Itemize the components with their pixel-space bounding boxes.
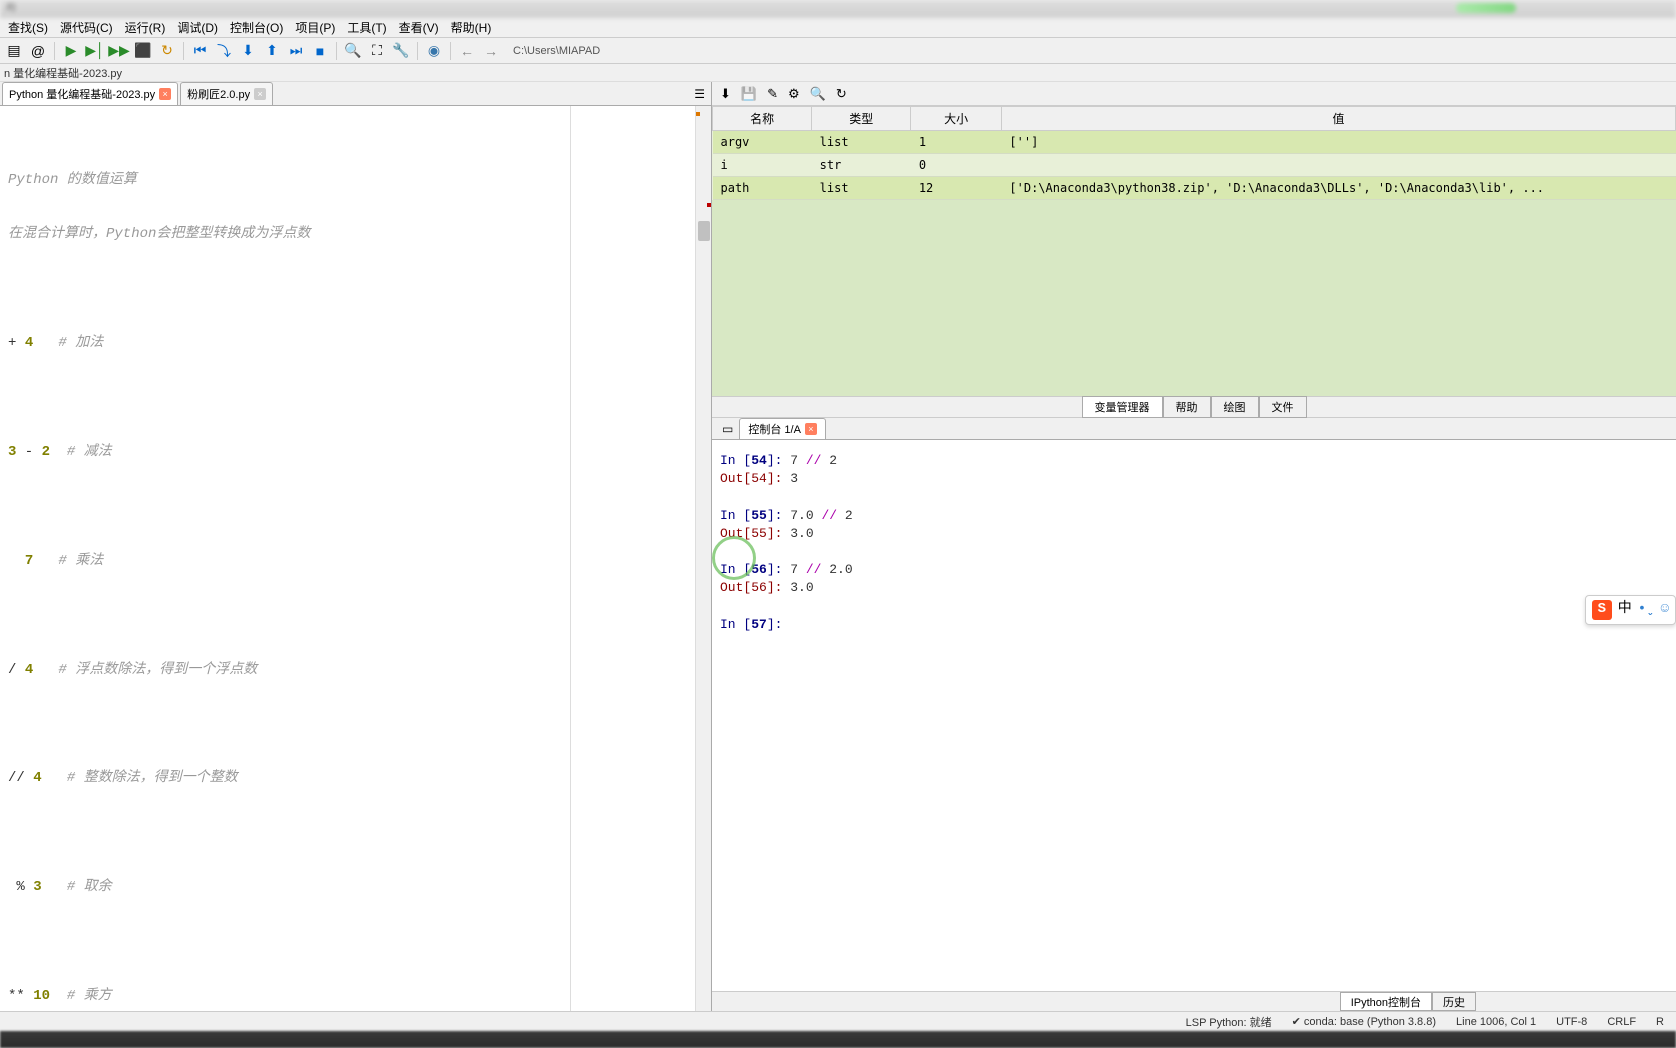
step-out-icon[interactable]: ⬆ <box>262 41 282 61</box>
stop-icon[interactable]: ■ <box>310 41 330 61</box>
console-tabs: ▭ 控制台 1/A × <box>712 418 1676 440</box>
var-header-name[interactable]: 名称 <box>713 107 812 131</box>
python-icon[interactable]: ◉ <box>424 41 444 61</box>
wrench-icon[interactable]: 🔧 <box>391 41 411 61</box>
menu-search[interactable]: 查找(S) <box>2 17 54 38</box>
var-header-size[interactable]: 大小 <box>911 107 1002 131</box>
search-tb-icon[interactable]: 🔍 <box>343 41 363 61</box>
status-conda[interactable]: ✔ conda: base (Python 3.8.8) <box>1292 1015 1436 1028</box>
tab-ipython-console[interactable]: IPython控制台 <box>1340 992 1432 1011</box>
console-tab[interactable]: 控制台 1/A × <box>739 418 826 439</box>
expand-icon[interactable]: ⛶ <box>367 41 387 61</box>
menu-run[interactable]: 运行(R) <box>119 17 172 38</box>
tab-plots[interactable]: 绘图 <box>1211 396 1259 418</box>
variable-toolbar: ⬇ 💾 ✎ ⚙ 🔍 ↻ <box>712 82 1676 106</box>
menu-view[interactable]: 查看(V) <box>393 17 445 38</box>
var-header-value[interactable]: 值 <box>1001 107 1675 131</box>
refresh-icon[interactable]: ↻ <box>836 86 847 102</box>
console-output[interactable]: In [54]: 7 // 2 Out[54]: 3 In [55]: 7.0 … <box>712 440 1676 991</box>
status-cursor-pos: Line 1006, Col 1 <box>1456 1016 1536 1028</box>
menu-help[interactable]: 帮助(H) <box>445 17 498 38</box>
editor-scrollbar[interactable] <box>695 106 711 1011</box>
run-selection-icon[interactable]: ▶▶ <box>109 41 129 61</box>
rerun-icon[interactable]: ↻ <box>157 41 177 61</box>
edit-var-icon[interactable]: ✎ <box>767 86 778 102</box>
run-cell-icon[interactable]: ▶│ <box>85 41 105 61</box>
editor-tab-other[interactable]: 粉刷匠2.0.py × <box>180 82 273 105</box>
ime-face-icon[interactable]: ☺ <box>1661 600 1669 620</box>
console-pane-tabs: IPython控制台 历史 <box>712 991 1676 1011</box>
menu-debug[interactable]: 调试(D) <box>171 17 224 38</box>
var-row[interactable]: pathlist12['D:\Anaconda3\python38.zip', … <box>713 177 1676 200</box>
variable-explorer[interactable]: 名称 类型 大小 值 argvlist1[''] istr0 pathlist1… <box>712 106 1676 396</box>
close-icon[interactable]: × <box>254 88 266 100</box>
menu-source[interactable]: 源代码(C) <box>54 17 119 38</box>
tab-history[interactable]: 历史 <box>1432 992 1476 1011</box>
scroll-thumb[interactable] <box>698 221 710 241</box>
step-into-icon[interactable]: ⬇ <box>238 41 258 61</box>
menu-projects[interactable]: 项目(P) <box>289 17 341 38</box>
var-row[interactable]: istr0 <box>713 154 1676 177</box>
status-rw: R <box>1656 1016 1664 1028</box>
tab-variable-explorer[interactable]: 变量管理器 <box>1082 396 1163 418</box>
settings-icon[interactable]: ⚙ <box>788 86 800 102</box>
save-data-icon[interactable]: 💾 <box>741 86 757 102</box>
var-row[interactable]: argvlist1[''] <box>713 131 1676 154</box>
console-menu-icon[interactable]: ▭ <box>716 420 739 438</box>
debug-start-icon[interactable]: ⏮ <box>190 41 210 61</box>
tab-files[interactable]: 文件 <box>1259 396 1307 418</box>
code-editor[interactable]: Python 的数值运算 在混合计算时，Python会把整型转换成为浮点数 + … <box>0 106 711 1011</box>
editor-tabs: Python 量化编程基础-2023.py × 粉刷匠2.0.py × ☰ <box>0 82 711 106</box>
toolbar: ▤ @ ▶ ▶│ ▶▶ ⬛ ↻ ⏮ ⤵ ⬇ ⬆ ⏭ ■ 🔍 ⛶ 🔧 ◉ ← → … <box>0 38 1676 64</box>
status-lsp[interactable]: LSP Python: 就绪 <box>1186 1014 1272 1030</box>
code-ruler <box>570 106 571 1011</box>
working-directory[interactable]: C:\Users\MIAPAD <box>513 45 600 57</box>
ime-logo-icon: S <box>1592 600 1612 620</box>
close-icon[interactable]: × <box>805 423 817 435</box>
window-control-progress <box>1456 3 1516 13</box>
outline-icon[interactable]: ▤ <box>4 41 24 61</box>
back-icon[interactable]: ← <box>457 41 477 61</box>
continue-icon[interactable]: ⏭ <box>286 41 306 61</box>
hamburger-icon[interactable]: ☰ <box>688 83 711 105</box>
menu-console[interactable]: 控制台(O) <box>224 17 289 38</box>
search-var-icon[interactable]: 🔍 <box>810 86 826 102</box>
forward-icon[interactable]: → <box>481 41 501 61</box>
at-icon[interactable]: @ <box>28 41 48 61</box>
taskbar-blur <box>0 1031 1676 1048</box>
editor-tab-main[interactable]: Python 量化编程基础-2023.py × <box>2 82 178 105</box>
status-encoding[interactable]: UTF-8 <box>1556 1016 1587 1028</box>
menu-tools[interactable]: 工具(T) <box>341 17 392 38</box>
close-icon[interactable]: × <box>159 88 171 100</box>
titlebar-blur: .8) <box>0 0 1676 18</box>
step-over-icon[interactable]: ⤵ <box>214 41 234 61</box>
ime-lang[interactable]: 中 <box>1618 600 1632 620</box>
ime-punct-icon[interactable]: •ˬ <box>1638 600 1655 620</box>
variable-pane-tabs: 变量管理器 帮助 绘图 文件 <box>712 396 1676 418</box>
statusbar: LSP Python: 就绪 ✔ conda: base (Python 3.8… <box>0 1011 1676 1031</box>
ime-toolbar[interactable]: S 中 •ˬ ☺ <box>1585 595 1676 625</box>
run-icon[interactable]: ▶ <box>61 41 81 61</box>
menubar: 查找(S) 源代码(C) 运行(R) 调试(D) 控制台(O) 项目(P) 工具… <box>0 18 1676 38</box>
import-data-icon[interactable]: ⬇ <box>720 86 731 102</box>
tab-help[interactable]: 帮助 <box>1163 396 1211 418</box>
status-eol[interactable]: CRLF <box>1607 1016 1636 1028</box>
run-file-icon[interactable]: ⬛ <box>133 41 153 61</box>
breadcrumb: n 量化编程基础-2023.py <box>0 64 1676 82</box>
var-header-type[interactable]: 类型 <box>812 107 911 131</box>
